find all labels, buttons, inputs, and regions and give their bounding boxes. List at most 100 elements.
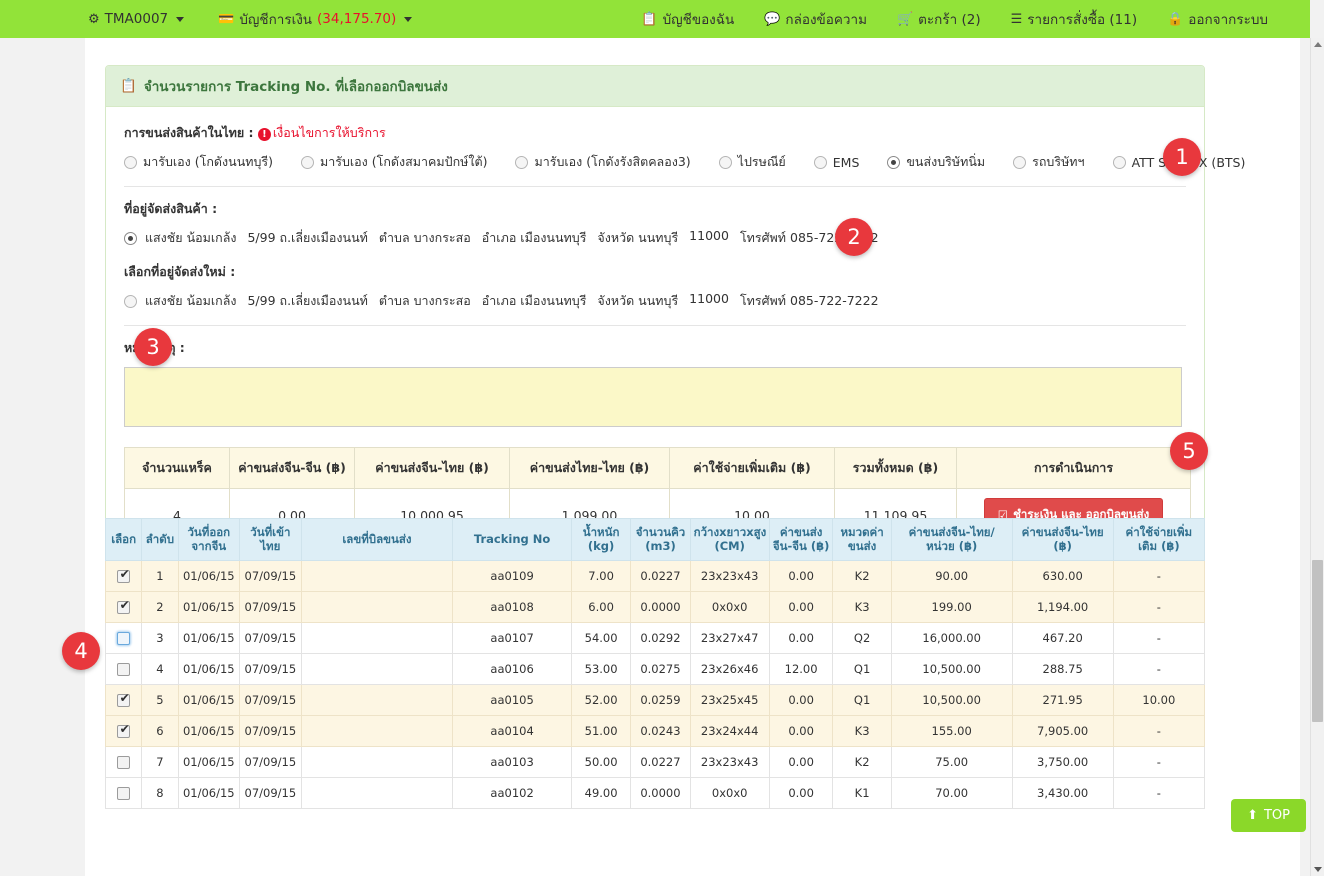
td-select[interactable] <box>104 776 143 809</box>
td-date-in-thailand: 07/09/15 <box>239 776 302 809</box>
navbar-item-label: ตะกร้า (2) <box>918 12 981 28</box>
shipping-option-6[interactable]: รถบริษัทฯ <box>1013 152 1085 172</box>
td-tracking-no[interactable]: aa0105 <box>452 683 572 716</box>
td-tracking-no[interactable]: aa0106 <box>452 652 572 685</box>
td-select[interactable] <box>104 652 143 685</box>
shipping-method-label: การขนส่งสินค้าในไทย : ! เงื่อนไขการให้บริ… <box>124 123 1186 143</box>
td-freight-cn-th-unit: 155.00 <box>890 714 1013 747</box>
radio-icon[interactable] <box>515 155 529 169</box>
content-area: 📋 จำนวนรายการ Tracking No. ที่เลือกออกบิ… <box>85 38 1300 876</box>
row-checkbox[interactable] <box>117 723 131 738</box>
td-select[interactable] <box>104 621 143 654</box>
td-dimensions: 23x24x44 <box>689 714 770 747</box>
td-order: 1 <box>141 559 179 592</box>
td-select[interactable] <box>104 714 143 747</box>
td-bill-no <box>300 559 454 592</box>
td-select[interactable] <box>104 590 143 623</box>
radio-icon[interactable] <box>887 155 901 169</box>
note-textarea[interactable] <box>124 367 1182 427</box>
td-date-out-china: 01/06/15 <box>177 745 241 778</box>
td-tracking-no[interactable]: aa0109 <box>452 559 572 592</box>
navbar-item-cart[interactable]: 🛒 ตะกร้า (2) <box>897 8 981 30</box>
th-freight-cn-th-unit: ค่าขนส่งจีน-ไทย/หน่วย (฿) <box>890 518 1013 561</box>
summary-header-row: จำนวนแหร็ค ค่าขนส่งจีน-จีน (฿) ค่าขนส่งจ… <box>124 447 1191 489</box>
shipping-option-4[interactable]: EMS <box>813 155 859 170</box>
radio-icon[interactable] <box>718 155 732 169</box>
td-tracking-no[interactable]: aa0102 <box>452 776 572 809</box>
radio-icon[interactable] <box>1112 155 1126 169</box>
addr-district: อำเภอ เมืองนนทบุรี <box>481 293 587 308</box>
row-checkbox[interactable] <box>117 568 131 583</box>
row-checkbox[interactable] <box>117 755 131 769</box>
radio-icon[interactable] <box>301 155 314 169</box>
td-date-out-china: 01/06/15 <box>177 683 241 716</box>
summary-header-cell: จำนวนแหร็ค <box>124 447 230 489</box>
td-order: 6 <box>141 714 179 747</box>
td-tracking-no[interactable]: aa0104 <box>452 714 572 747</box>
td-date-in-thailand: 07/09/15 <box>239 745 302 778</box>
radio-icon[interactable] <box>124 294 137 308</box>
td-freight-category: K2 <box>832 559 892 592</box>
td-volume: 0.0259 <box>630 683 691 716</box>
td-select[interactable] <box>104 559 143 592</box>
td-order: 4 <box>141 652 179 685</box>
panel-heading: 📋 จำนวนรายการ Tracking No. ที่เลือกออกบิ… <box>106 66 1204 107</box>
navbar-item-orders[interactable]: ☰ รายการสั่งซื้อ (11) <box>1011 8 1138 30</box>
th-order: ลำดับ <box>141 518 179 561</box>
navbar-item-label: รายการสั่งซื้อ (11) <box>1027 12 1138 28</box>
scrollbar-thumb[interactable] <box>1312 560 1323 722</box>
shipping-option-3[interactable]: ไปรษณีย์ <box>718 152 786 172</box>
td-date-out-china: 01/06/15 <box>177 621 241 654</box>
row-checkbox[interactable] <box>117 692 131 707</box>
info-icon: ! <box>257 128 271 141</box>
radio-icon[interactable] <box>124 231 137 245</box>
td-freight-cn-cn: 0.00 <box>768 745 834 778</box>
td-date-out-china: 01/06/15 <box>177 776 241 809</box>
navbar-item-messages[interactable]: 💬 กล่องข้อความ <box>764 8 867 30</box>
shipping-option-0[interactable]: มารับเอง (โกดังนนทบุรี) <box>124 152 273 172</box>
td-select[interactable] <box>104 683 143 716</box>
new-address-option[interactable]: แสงชัย น้อมเกล้ง 5/99 ถ.เลี่ยงเมืองนนท์ … <box>124 291 1186 311</box>
scroll-up-arrow-icon[interactable] <box>1314 42 1322 47</box>
navbar-item-logout[interactable]: 🔒 ออกจากระบบ <box>1167 8 1268 30</box>
navbar-item-my-account[interactable]: 📋 บัญชีของฉัน <box>641 8 734 30</box>
row-checkbox[interactable] <box>117 662 131 676</box>
td-dimensions: 0x0x0 <box>689 776 770 809</box>
td-tracking-no[interactable]: aa0103 <box>452 745 572 778</box>
shipping-option-1[interactable]: มารับเอง (โกดังสมาคมปักษ์ใต้) <box>301 152 487 172</box>
terms-link[interactable]: เงื่อนไขการให้บริการ <box>273 125 386 140</box>
page-scrollbar[interactable] <box>1310 38 1324 876</box>
shipping-option-5[interactable]: ขนส่งบริษัทนิ่ม <box>887 152 985 172</box>
td-select[interactable] <box>104 745 143 778</box>
th-freight-cn-cn: ค่าขนส่งจีน-จีน (฿) <box>768 518 834 561</box>
scroll-to-top-button[interactable]: ⬆ TOP <box>1231 799 1306 832</box>
td-weight: 7.00 <box>570 559 632 592</box>
current-address-text: แสงชัย น้อมเกล้ง 5/99 ถ.เลี่ยงเมืองนนท์ … <box>145 228 879 248</box>
row-checkbox[interactable] <box>117 786 131 800</box>
row-checkbox[interactable] <box>117 631 131 645</box>
divider <box>124 186 1186 187</box>
td-tracking-no[interactable]: aa0108 <box>452 590 572 623</box>
shipping-option-label: ไปรษณีย์ <box>737 154 786 169</box>
td-order: 7 <box>141 745 179 778</box>
radio-icon[interactable] <box>1013 155 1027 169</box>
td-tracking-no[interactable]: aa0107 <box>452 621 572 654</box>
table-row: 3 01/06/15 07/09/15 aa0107 54.00 0.0292 23x27x… <box>104 621 1206 654</box>
scroll-down-arrow-icon[interactable] <box>1314 867 1322 872</box>
navbar-brand-menu[interactable]: ⚙ TMA0007 <box>88 11 185 27</box>
td-extra-cost: - <box>1112 714 1206 747</box>
current-address-option[interactable]: แสงชัย น้อมเกล้ง 5/99 ถ.เลี่ยงเมืองนนท์ … <box>124 228 1186 248</box>
radio-icon[interactable] <box>813 155 827 169</box>
navbar-account-menu[interactable]: 💳 บัญชีการเงิน (34,175.70) <box>218 8 413 30</box>
shipping-option-2[interactable]: มารับเอง (โกดังรังสิตคลอง3) <box>515 152 691 172</box>
comment-icon: 💬 <box>764 11 781 27</box>
td-weight: 6.00 <box>570 590 632 623</box>
td-freight-category: Q1 <box>832 683 892 716</box>
navbar-item-label: บัญชีของฉัน <box>662 12 735 28</box>
shipping-method-label-text: การขนส่งสินค้าในไทย : <box>124 125 254 140</box>
radio-icon[interactable] <box>124 155 137 169</box>
row-checkbox[interactable] <box>117 599 131 614</box>
panel-body: การขนส่งสินค้าในไทย : ! เงื่อนไขการให้บริ… <box>106 107 1245 566</box>
td-freight-cn-th: 271.95 <box>1011 683 1114 716</box>
td-freight-cn-cn: 12.00 <box>768 652 834 685</box>
